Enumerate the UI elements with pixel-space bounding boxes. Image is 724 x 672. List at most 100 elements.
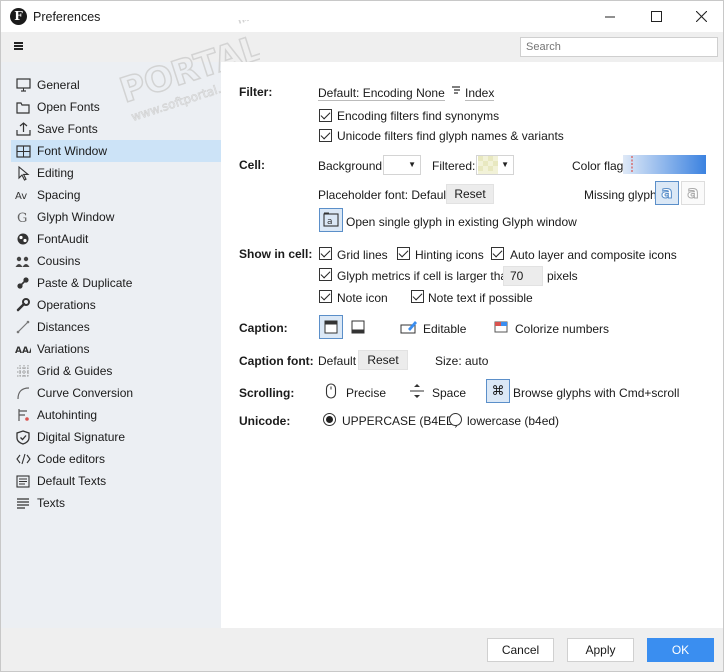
pixels-label: pixels (547, 269, 578, 283)
close-button[interactable] (678, 1, 724, 32)
grid-lines-checkbox[interactable] (319, 247, 332, 260)
glyph-a-outline-icon: a (687, 183, 700, 204)
encoding-synonyms-checkbox[interactable] (319, 109, 332, 122)
caption-font-reset-button[interactable]: Reset (358, 350, 408, 370)
hinting-icons-checkbox[interactable] (397, 247, 410, 260)
sidebar-item-cousins[interactable]: Cousins (11, 250, 221, 272)
sidebar-item-spacing[interactable]: Av Spacing (11, 184, 221, 206)
placeholder-reset-button[interactable]: Reset (446, 184, 494, 204)
sidebar-item-paste-duplicate[interactable]: Paste & Duplicate (11, 272, 221, 294)
app-logo-icon: F (10, 8, 27, 25)
hamburger-menu-icon[interactable] (14, 42, 23, 50)
font-window-settings: Filter: Default: Encoding None Index Enc… (221, 62, 724, 628)
apply-button[interactable]: Apply (567, 638, 634, 662)
sidebar-item-label: Editing (37, 166, 74, 180)
texts-icon (15, 495, 31, 511)
wrench-icon (15, 297, 31, 313)
sidebar-item-default-texts[interactable]: Default Texts (11, 470, 221, 492)
colorize-numbers-label: Colorize numbers (515, 322, 610, 336)
caption-top-button[interactable] (319, 315, 343, 339)
sidebar-item-glyph-window[interactable]: G Glyph Window (11, 206, 221, 228)
filter-section-label: Filter: (239, 85, 273, 99)
sidebar-item-label: Digital Signature (37, 430, 126, 444)
scroll-space-toggle[interactable] (405, 379, 429, 403)
metrics-size-input[interactable]: 70 (503, 266, 543, 286)
unicode-filters-checkbox[interactable] (319, 129, 332, 142)
scroll-space-label: Space (432, 386, 467, 400)
font-window-icon (15, 143, 31, 159)
background-color-dropdown[interactable]: ▼ (383, 155, 421, 175)
auto-layer-checkbox[interactable] (491, 247, 504, 260)
unicode-uppercase-radio[interactable] (323, 413, 336, 426)
paste-icon (15, 275, 31, 291)
unicode-lowercase-label: lowercase (b4ed) (467, 414, 560, 428)
grid-icon (15, 363, 31, 379)
hinting-icons-label: Hinting icons (415, 248, 484, 262)
sidebar-item-digital-signature[interactable]: Digital Signature (11, 426, 221, 448)
sidebar-item-font-window[interactable]: Font Window (11, 140, 221, 162)
folder-open-icon (15, 99, 31, 115)
cousins-icon (15, 253, 31, 269)
color-flag-label: Color flag: (572, 159, 627, 173)
filter-default-dropdown[interactable]: Default: Encoding None (318, 86, 445, 101)
sidebar-item-label: Grid & Guides (37, 364, 113, 378)
scroll-precise-toggle[interactable] (319, 379, 343, 403)
caption-font-default[interactable]: Default (318, 354, 356, 368)
glyph-metrics-checkbox[interactable] (319, 268, 332, 281)
sidebar-item-save-fonts[interactable]: Save Fonts (11, 118, 221, 140)
filter-index-button[interactable]: Index (465, 86, 495, 101)
caption-top-icon (324, 320, 338, 334)
missing-glyph-option-outline[interactable]: a (681, 181, 705, 205)
curve-icon (15, 385, 31, 401)
svg-text:Av: Av (15, 191, 27, 202)
note-icon-label: Note icon (337, 291, 388, 305)
sidebar-item-code-editors[interactable]: Code editors (11, 448, 221, 470)
sidebar-item-curve-conversion[interactable]: Curve Conversion (11, 382, 221, 404)
caption-bottom-button[interactable] (346, 315, 370, 339)
cmd-key-icon: ⌘ (491, 383, 505, 399)
unicode-filters-label: Unicode filters find glyph names & varia… (337, 129, 564, 143)
colorize-numbers-toggle[interactable] (489, 315, 513, 339)
sidebar-item-distances[interactable]: Distances (11, 316, 221, 338)
sidebar-item-general[interactable]: General (11, 74, 221, 96)
browse-glyphs-toggle[interactable]: ⌘ (486, 379, 510, 403)
sidebar-item-editing[interactable]: Editing (11, 162, 221, 184)
ok-button[interactable]: OK (647, 638, 714, 662)
sidebar-item-texts[interactable]: Texts (11, 492, 221, 514)
sidebar-item-operations[interactable]: Operations (11, 294, 221, 316)
sidebar-item-label: Autohinting (37, 408, 98, 422)
note-text-label: Note text if possible (428, 291, 533, 305)
shield-icon (15, 429, 31, 445)
colorize-icon (494, 321, 508, 333)
minimize-button[interactable] (587, 1, 633, 32)
editable-label: Editable (423, 322, 467, 336)
caption-editable-toggle[interactable] (397, 315, 421, 339)
sidebar-item-label: Operations (37, 298, 96, 312)
sidebar-item-grid-guides[interactable]: Grid & Guides (11, 360, 221, 382)
color-flag-swatch[interactable] (623, 155, 706, 174)
grid-lines-label: Grid lines (337, 248, 388, 262)
missing-glyph-option-filled[interactable]: a (655, 181, 679, 205)
maximize-button[interactable] (633, 1, 679, 32)
dialog-footer: Cancel Apply OK (0, 628, 724, 672)
filtered-label: Filtered: (432, 159, 476, 173)
background-label: Background: (318, 159, 386, 173)
note-text-checkbox[interactable] (411, 290, 424, 303)
distances-icon (15, 319, 31, 335)
filtered-color-dropdown[interactable]: ▼ (476, 155, 514, 175)
sidebar-item-variations[interactable]: AAA Variations (11, 338, 221, 360)
sidebar-item-fontaudit[interactable]: FontAudit (11, 228, 221, 250)
unicode-lowercase-radio[interactable] (449, 413, 462, 426)
caption-size-label[interactable]: Size: auto (435, 354, 488, 368)
cancel-button[interactable]: Cancel (487, 638, 554, 662)
sidebar-item-open-fonts[interactable]: Open Fonts (11, 96, 221, 118)
encoding-synonyms-label: Encoding filters find synonyms (337, 109, 500, 123)
search-input[interactable] (520, 37, 718, 57)
note-icon-checkbox[interactable] (319, 290, 332, 303)
chevron-down-icon: ▼ (408, 160, 416, 169)
autohinting-icon (15, 407, 31, 423)
sidebar-item-autohinting[interactable]: Autohinting (11, 404, 221, 426)
sidebar-item-label: Open Fonts (37, 100, 100, 114)
open-single-glyph-toggle[interactable]: a (319, 208, 343, 232)
sidebar-item-label: General (37, 78, 80, 92)
